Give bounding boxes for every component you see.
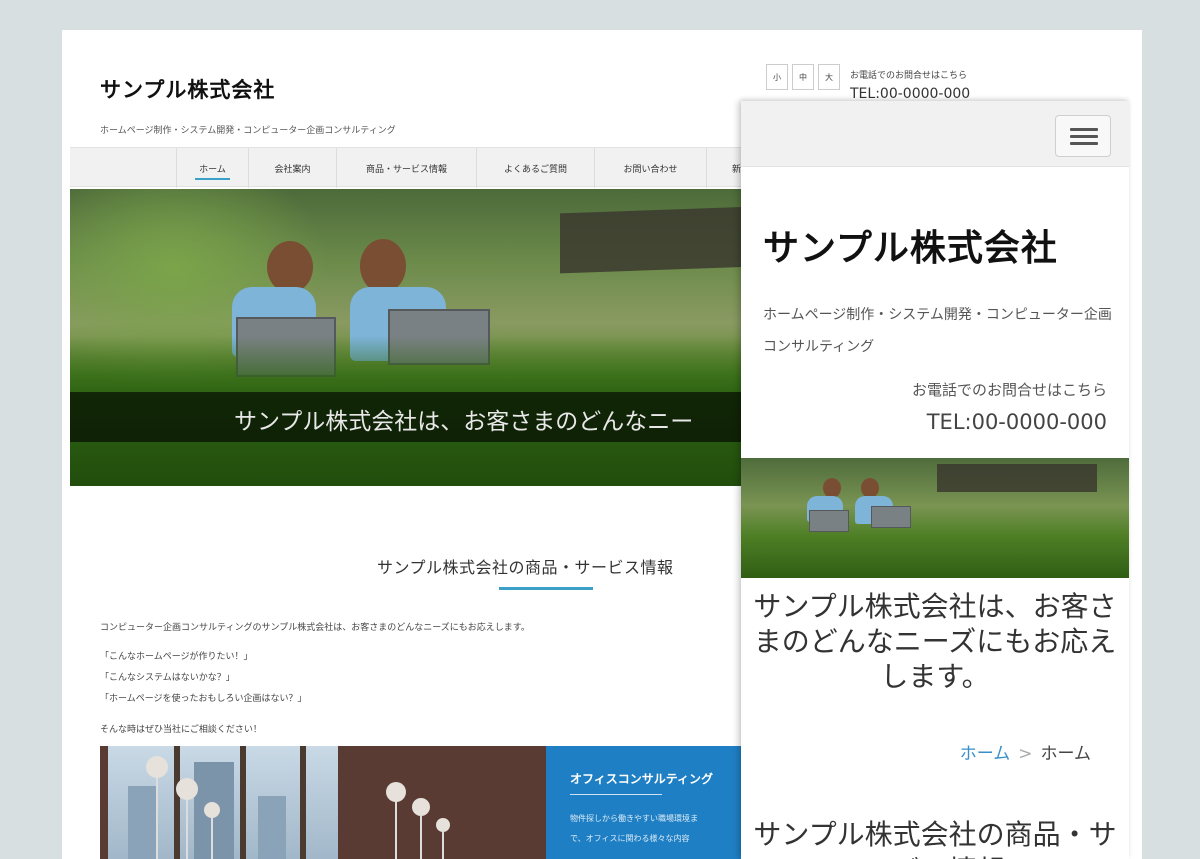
nav-item-home[interactable]: ホーム (176, 148, 248, 188)
font-size-small-button[interactable]: 小 (766, 64, 788, 90)
mobile-site-description: ホームページ制作・システム開発・コンピューター企画コンサルティング (763, 307, 1112, 355)
tel-number[interactable]: TEL:00-0000-000 (850, 86, 970, 102)
hero-caption: サンプル株式会社は、お客さまのどんなニー (234, 409, 694, 435)
section-title: サンプル株式会社の商品・サービス情報 (377, 558, 674, 577)
mobile-hero-caption: サンプル株式会社は、お客さまのどんなニーズにもお応えします。 (753, 590, 1117, 693)
font-size-large-button[interactable]: 大 (818, 64, 840, 90)
breadcrumb-home-link[interactable]: ホーム (960, 744, 1011, 764)
nav-item-services[interactable]: 商品・サービス情報 (336, 148, 476, 188)
site-description: ホームページ制作・システム開発・コンピューター企画コンサルティング (100, 126, 396, 136)
intro-text: コンピューター企画コンサルティングのサンプル株式会社は、お客さまのどんなニーズに… (100, 623, 530, 633)
mobile-section-title: サンプル株式会社の商品・サービス情報 (753, 818, 1117, 859)
section-title-underline (499, 587, 593, 590)
nav-item-contact[interactable]: お問い合わせ (594, 148, 706, 188)
quote-line: 「ホームページを使ったおもしろい企画はない？」 (100, 694, 307, 704)
mobile-tel-number[interactable]: TEL:00-0000-000 (927, 410, 1107, 434)
mobile-hero-image (741, 458, 1129, 578)
site-title[interactable]: サンプル株式会社 (100, 74, 275, 104)
tel-label: お電話でのお問合せはこちら (850, 71, 968, 81)
mobile-header-bar (741, 101, 1129, 167)
promo-text: 物件探しから働きやすい職場環境ま (570, 814, 698, 823)
mobile-view: サンプル株式会社 ホームページ制作・システム開発・コンピューター企画コンサルティ… (741, 101, 1129, 859)
nav-item-faq[interactable]: よくあるご質問 (476, 148, 594, 188)
font-size-medium-button[interactable]: 中 (792, 64, 814, 90)
nav-item-company[interactable]: 会社案内 (248, 148, 336, 188)
promo-title[interactable]: オフィスコンサルティング (570, 770, 713, 787)
breadcrumb-separator: > (1018, 744, 1033, 764)
promo-divider (570, 794, 662, 795)
font-size-switcher: 小 中 大 (766, 64, 840, 90)
promo-text: で、オフィスに関わる様々な内容 (570, 834, 690, 843)
hamburger-icon[interactable] (1055, 115, 1111, 157)
mobile-site-title[interactable]: サンプル株式会社 (763, 219, 1058, 271)
quote-line: 「こんなシステムはないかな？」 (100, 673, 235, 683)
quote-line: 「こんなホームページが作りたい！」 (100, 652, 253, 662)
mobile-tel-label: お電話でのお問合せはこちら (911, 381, 1107, 399)
closing-text: そんな時はぜひ当社にご相談ください！ (100, 725, 262, 735)
hero-child-left (267, 241, 313, 293)
breadcrumb: ホーム > ホーム (960, 739, 1091, 764)
hero-child-right (360, 239, 406, 293)
breadcrumb-current: ホーム (1040, 744, 1092, 764)
